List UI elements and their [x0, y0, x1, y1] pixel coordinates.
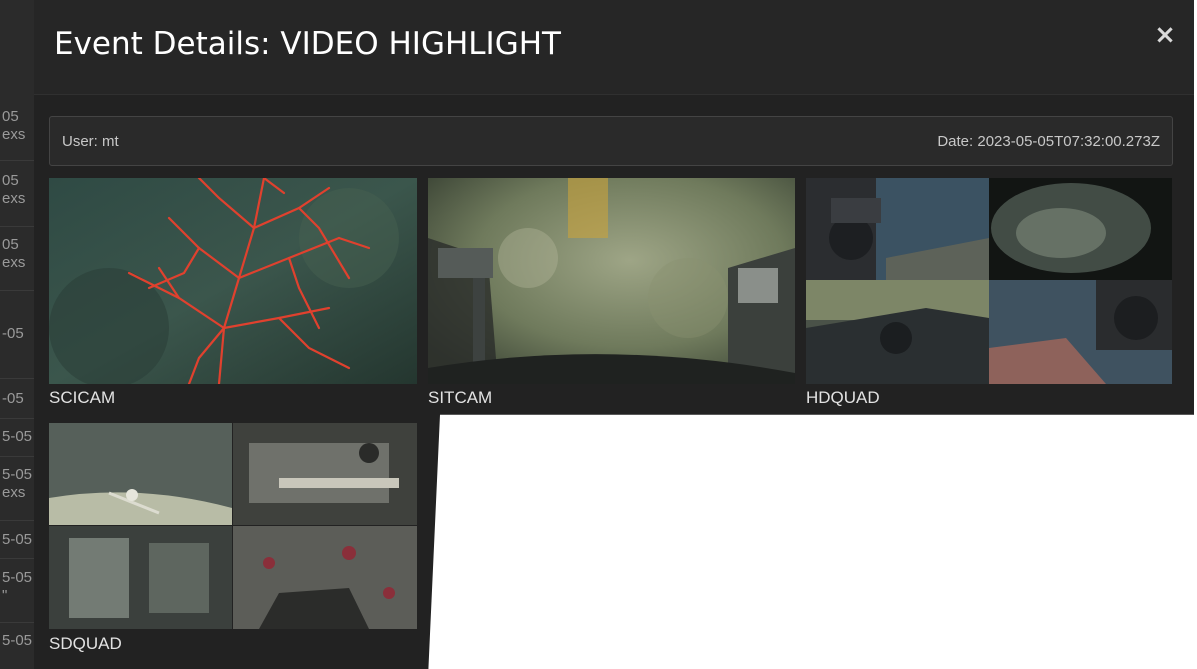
sitcam-image	[428, 178, 795, 384]
camera-label: SITCAM	[428, 388, 493, 407]
close-icon[interactable]: ×	[1154, 22, 1176, 48]
event-details-modal: Event Details: VIDEO HIGHLIGHT × User: m…	[34, 0, 1194, 669]
hdquad-thumbnail[interactable]	[806, 178, 1172, 384]
camera-label: SDQUAD	[49, 634, 122, 653]
screen: 05 exs 05 exs 05 exs -05 -05 5-05 5-05 exs 5…	[0, 0, 1197, 669]
event-info-bar: User: mt Date: 2023-05-05T07:32:00.273Z	[49, 116, 1173, 166]
sdquad-image	[49, 423, 417, 629]
camera-label: HDQUAD	[806, 388, 880, 407]
sitcam-thumbnail[interactable]	[428, 178, 795, 384]
sdquad-thumbnail[interactable]	[49, 423, 417, 629]
scicam-image	[49, 178, 417, 384]
event-user: User: mt	[62, 133, 119, 150]
modal-title: Event Details: VIDEO HIGHLIGHT	[54, 26, 561, 62]
modal-header: Event Details: VIDEO HIGHLIGHT ×	[34, 0, 1194, 95]
hdquad-image	[806, 178, 1172, 384]
scicam-thumbnail[interactable]	[49, 178, 417, 384]
camera-label: SCICAM	[49, 388, 116, 407]
event-date: Date: 2023-05-05T07:32:00.273Z	[937, 133, 1160, 150]
